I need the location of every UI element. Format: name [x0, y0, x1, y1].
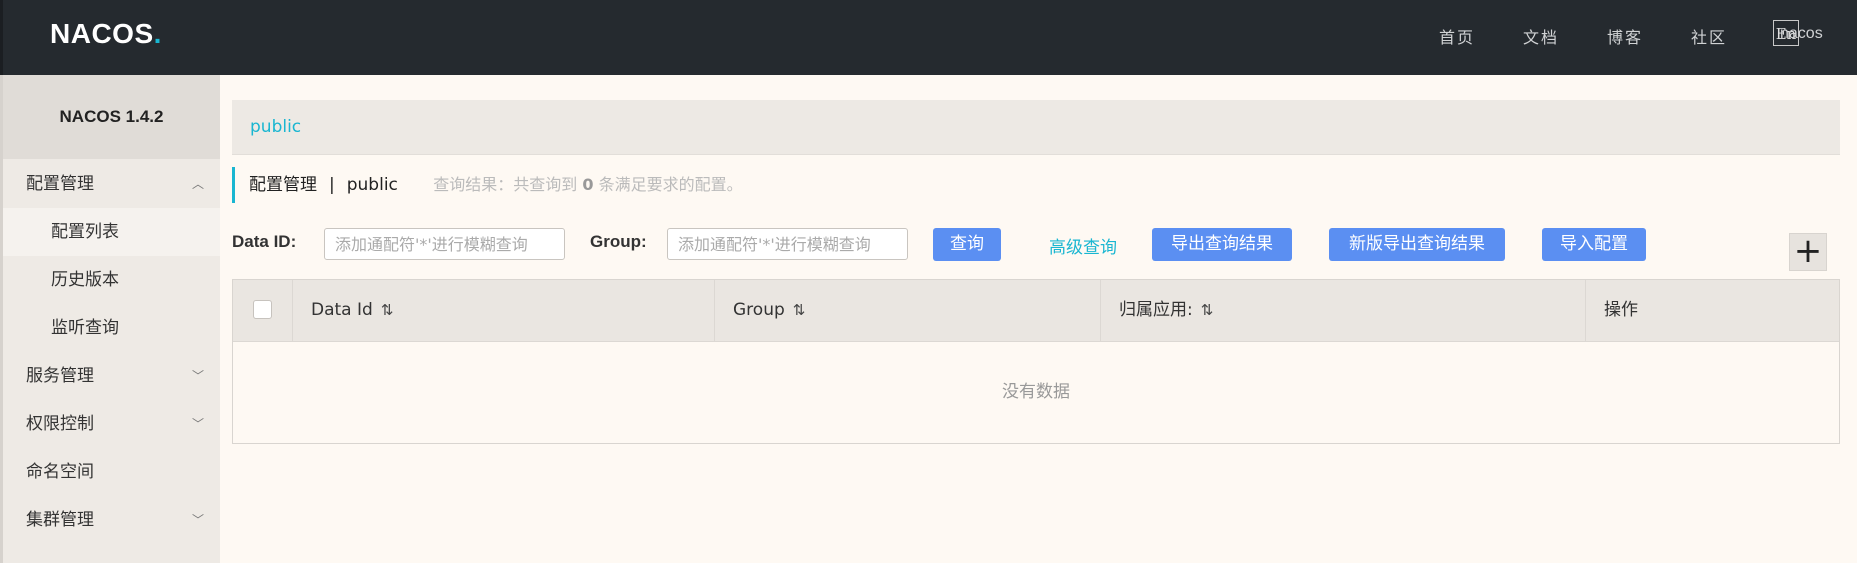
separator: | [329, 175, 335, 195]
chevron-down-icon: ﹀ [191, 513, 204, 527]
group-label: Group: [590, 232, 647, 251]
sidebar-item-label: 配置列表 [51, 222, 119, 242]
nacos-logo[interactable]: NACOS. [50, 18, 162, 50]
column-header-group[interactable]: Group ⇅ [715, 280, 1101, 341]
export-results-button[interactable]: 导出查询结果 [1152, 228, 1292, 261]
sidebar-item-access-control[interactable]: 权限控制 ﹀ [3, 400, 220, 448]
sidebar-item-cluster-management[interactable]: 集群管理 ﹀ [3, 496, 220, 544]
nav-home[interactable]: 首页 [1439, 24, 1475, 48]
column-header-data-id[interactable]: Data Id ⇅ [293, 280, 715, 341]
namespace-public-link[interactable]: public [250, 117, 301, 137]
query-result-summary: 查询结果：共查询到 0 条满足要求的配置。 [433, 175, 743, 194]
top-header: NACOS. 首页 文档 博客 社区 En nacos [0, 0, 1857, 75]
namespace-bar: public [232, 100, 1840, 155]
sidebar-item-label: 命名空间 [26, 462, 94, 482]
sidebar-item-label: 配置管理 [26, 174, 94, 194]
sort-icon[interactable]: ⇅ [381, 301, 394, 319]
page-header: 配置管理 | public 查询结果：共查询到 0 条满足要求的配置。 [232, 167, 743, 203]
current-namespace: public [346, 175, 398, 195]
sidebar-item-label: 服务管理 [26, 366, 94, 386]
nav-blog[interactable]: 博客 [1607, 24, 1643, 48]
sidebar-item-label: 监听查询 [51, 318, 119, 338]
data-id-label: Data ID: [232, 232, 297, 251]
user-menu[interactable]: nacos [1780, 25, 1823, 43]
version-title: NACOS 1.4.2 [3, 75, 220, 159]
chevron-down-icon: ﹀ [191, 417, 204, 431]
column-header-operation: 操作 [1604, 300, 1638, 320]
sidebar-item-service-management[interactable]: 服务管理 ﹀ [3, 352, 220, 400]
query-button[interactable]: 查询 [933, 228, 1001, 261]
add-config-button[interactable]: + [1789, 233, 1827, 271]
sidebar-item-listener-query[interactable]: 监听查询 [3, 304, 220, 352]
group-input[interactable] [667, 228, 908, 260]
empty-table-message: 没有数据 [1002, 382, 1070, 402]
advanced-query-link[interactable]: 高级查询 [1049, 233, 1117, 258]
sidebar-item-namespace[interactable]: 命名空间 [3, 448, 220, 496]
column-header-app[interactable]: 归属应用: ⇅ [1101, 280, 1586, 341]
sidebar-item-config-list[interactable]: 配置列表 [3, 208, 220, 256]
sort-icon[interactable]: ⇅ [793, 301, 806, 319]
table-header: Data Id ⇅ Group ⇅ 归属应用: ⇅ 操作 [233, 280, 1839, 342]
sidebar-item-label: 权限控制 [26, 414, 94, 434]
nav-community[interactable]: 社区 [1691, 24, 1727, 48]
sidebar-item-config-management[interactable]: 配置管理 ︿ [3, 160, 220, 208]
data-id-input[interactable] [324, 228, 565, 260]
sidebar-item-history[interactable]: 历史版本 [3, 256, 220, 304]
chevron-down-icon: ﹀ [191, 369, 204, 383]
chevron-up-icon: ︿ [191, 177, 204, 191]
import-config-button[interactable]: 导入配置 [1542, 228, 1646, 261]
page-title: 配置管理 [249, 175, 317, 195]
select-all-checkbox[interactable] [253, 300, 272, 319]
sort-icon[interactable]: ⇅ [1201, 301, 1214, 319]
new-export-results-button[interactable]: 新版导出查询结果 [1329, 228, 1505, 261]
config-table: Data Id ⇅ Group ⇅ 归属应用: ⇅ 操作 没有数据 [232, 279, 1840, 444]
select-all-cell [233, 280, 293, 341]
nav-docs[interactable]: 文档 [1523, 24, 1559, 48]
sidebar-item-label: 集群管理 [26, 510, 94, 530]
sidebar-item-label: 历史版本 [51, 270, 119, 290]
sidebar: NACOS 1.4.2 配置管理 ︿ 配置列表 历史版本 监听查询 服务管理 ﹀… [0, 75, 220, 563]
